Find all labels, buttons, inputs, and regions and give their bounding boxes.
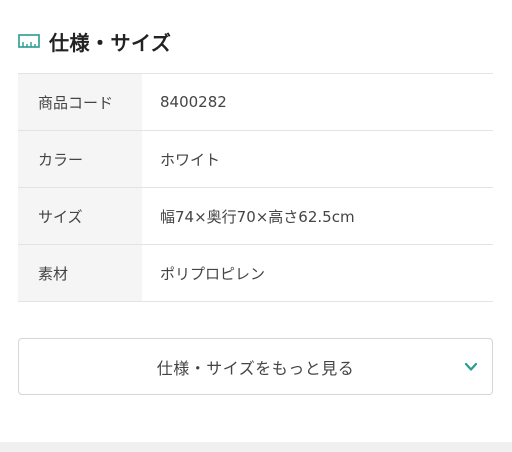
- spec-row-product-code: 商品コード 8400282: [18, 74, 493, 131]
- spec-row-color: カラー ホワイト: [18, 131, 493, 188]
- section-header: 仕様・サイズ: [18, 24, 171, 58]
- ruler-icon: [18, 34, 40, 48]
- show-more-specs-button[interactable]: 仕様・サイズをもっと見る: [18, 338, 493, 395]
- chevron-down-icon: [464, 362, 478, 371]
- spec-value: ホワイト: [160, 150, 221, 169]
- spec-row-size: サイズ 幅74×奥行70×高さ62.5cm: [18, 188, 493, 245]
- spec-value: 8400282: [160, 93, 227, 111]
- spec-label: サイズ: [18, 188, 142, 244]
- spec-label: カラー: [18, 131, 142, 187]
- spec-table: 商品コード 8400282 カラー ホワイト サイズ 幅74×奥行70×高さ62…: [18, 73, 493, 302]
- spec-value: ポリプロピレン: [160, 264, 266, 283]
- spec-row-material: 素材 ポリプロピレン: [18, 245, 493, 302]
- show-more-label: 仕様・サイズをもっと見る: [156, 358, 355, 378]
- spec-label: 商品コード: [18, 74, 142, 130]
- section-title: 仕様・サイズ: [49, 30, 172, 55]
- footer-divider: [0, 442, 512, 452]
- spec-label: 素材: [18, 245, 142, 301]
- spec-value: 幅74×奥行70×高さ62.5cm: [160, 207, 355, 226]
